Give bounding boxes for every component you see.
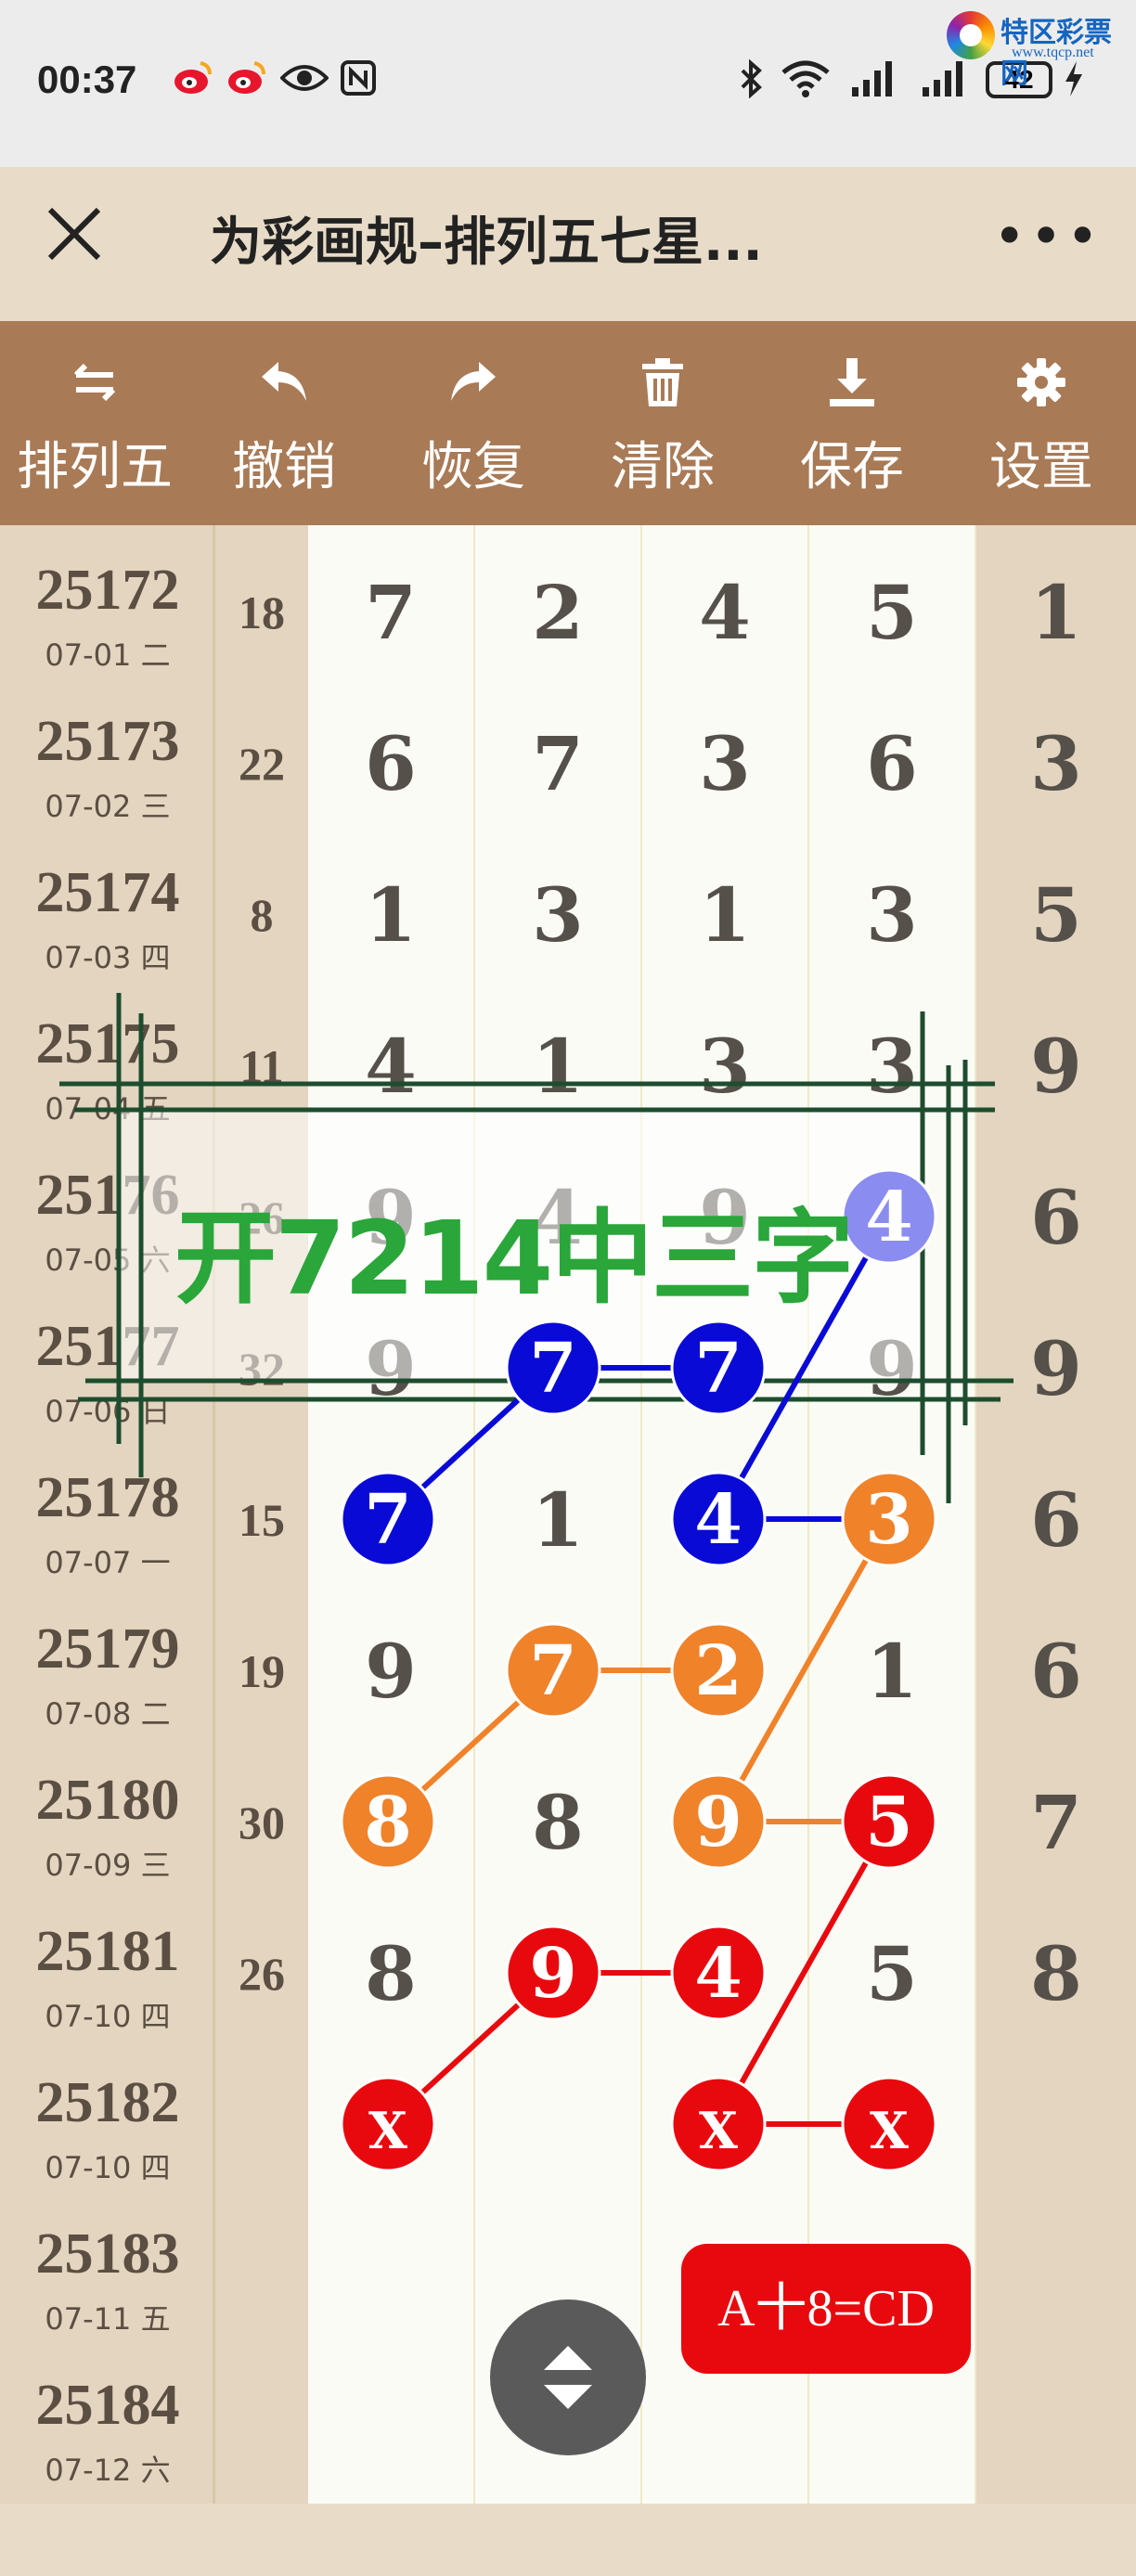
marked-number[interactable]: 9 (670, 1773, 767, 1870)
marked-number[interactable]: 7 (340, 1471, 436, 1567)
number-circle-label: 7 (529, 1631, 577, 1711)
annotation-text: 开7214中三字 (174, 1199, 854, 1318)
marked-number[interactable]: X (670, 2076, 767, 2172)
number-circle-label: 4 (694, 1480, 742, 1560)
marked-number[interactable]: 3 (841, 1471, 937, 1567)
marked-number[interactable]: 7 (505, 1320, 601, 1416)
up-down-arrows-icon (544, 2346, 592, 2409)
number-circle-label: 3 (865, 1480, 913, 1560)
marked-number[interactable]: 9 (505, 1925, 601, 2021)
number-circle-label: 9 (529, 1934, 577, 2014)
number-circle-label: 4 (694, 1934, 742, 2014)
marked-number[interactable]: 7 (505, 1622, 601, 1719)
formula-badge[interactable]: A十8=CD (681, 2244, 971, 2374)
marked-number[interactable]: 4 (841, 1168, 937, 1265)
number-circle-label: 7 (529, 1329, 577, 1409)
number-circle-label: 7 (364, 1480, 412, 1560)
scroll-toggle-button[interactable] (490, 2299, 646, 2455)
marked-number[interactable]: X (340, 2076, 436, 2172)
number-circle-label: X (699, 2101, 738, 2160)
marked-number[interactable]: 5 (841, 1773, 937, 1870)
marked-number[interactable]: 7 (670, 1320, 767, 1416)
number-circle-label: 5 (865, 1783, 913, 1862)
marked-number[interactable]: 4 (670, 1925, 767, 2021)
number-circle-label: 2 (694, 1631, 742, 1711)
marked-number[interactable]: 2 (670, 1622, 767, 1719)
number-circle-label: X (368, 2101, 407, 2160)
marked-number[interactable]: 4 (670, 1471, 767, 1567)
marked-number[interactable]: X (841, 2076, 937, 2172)
number-circle-label: X (870, 2101, 909, 2160)
number-circle-label: 9 (694, 1783, 742, 1862)
number-circle-label: 7 (694, 1329, 742, 1409)
marked-number[interactable]: 8 (340, 1773, 436, 1870)
number-circle-label: 8 (364, 1783, 412, 1862)
number-circle-label: 4 (865, 1178, 913, 1257)
